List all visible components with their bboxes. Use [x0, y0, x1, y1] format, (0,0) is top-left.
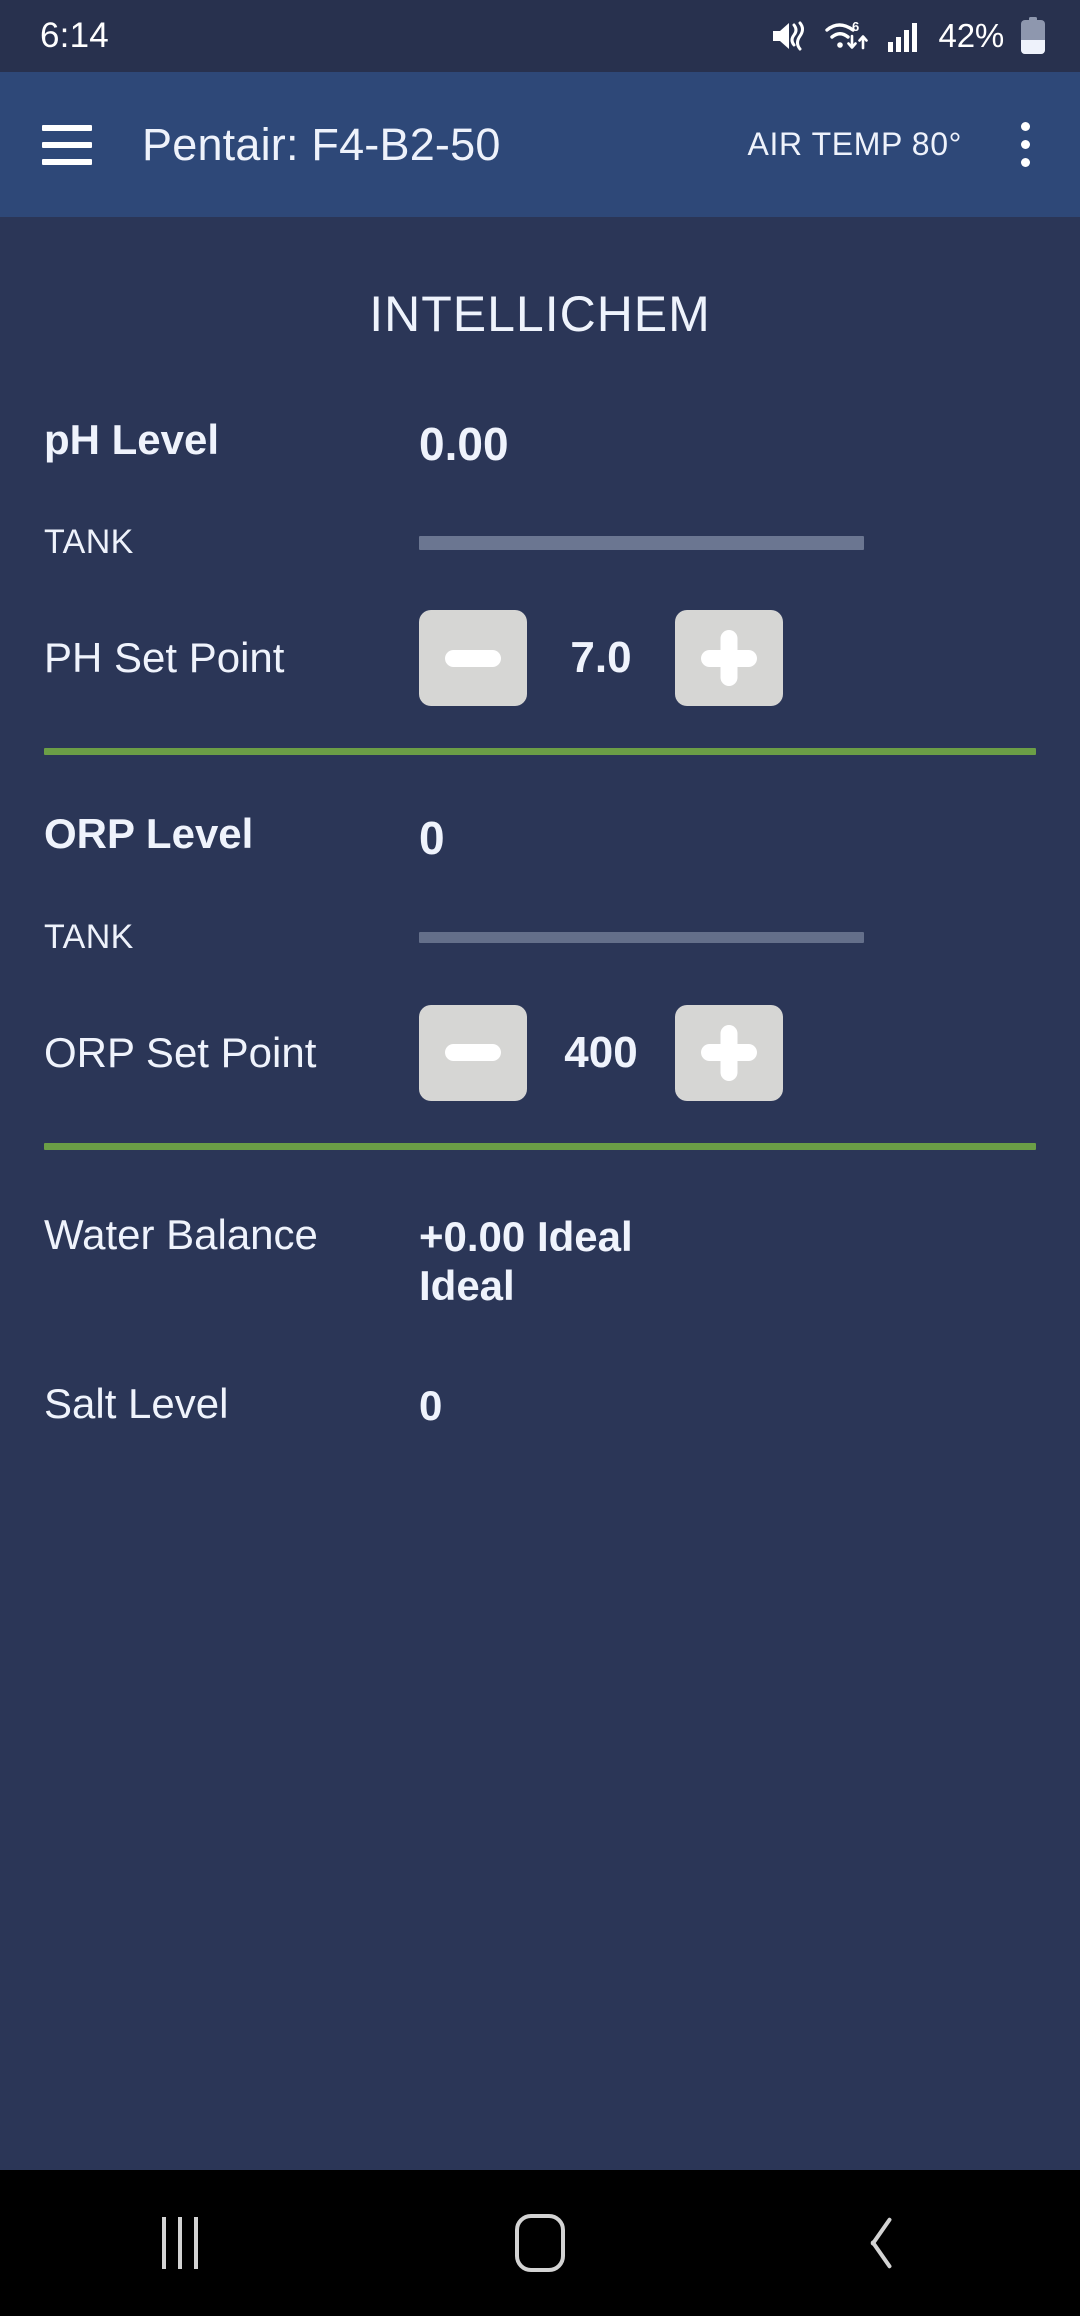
orp-section: ORP Level 0 TANK ORP Set Point 400: [44, 811, 1036, 1150]
ph-level-label: pH Level: [44, 416, 220, 463]
orp-setpoint-value: 400: [564, 1027, 638, 1077]
orp-level-value: 0: [419, 812, 445, 865]
orp-setpoint-row: ORP Set Point 400: [44, 1004, 1036, 1101]
orp-tank-level-bar: [419, 931, 864, 943]
cellular-signal-icon: [887, 19, 921, 53]
recents-icon: [162, 2217, 198, 2269]
android-nav-bar: [0, 2170, 1080, 2316]
orp-tank-row: TANK: [44, 918, 1036, 957]
battery-icon: [1020, 17, 1046, 55]
recents-bar: [194, 2217, 198, 2269]
home-icon: [515, 2214, 565, 2272]
recents-bar: [178, 2217, 182, 2269]
status-icons: 6 42%: [769, 17, 1046, 55]
svg-text:6: 6: [852, 19, 859, 34]
air-temp-readout[interactable]: AIR TEMP 80°: [748, 126, 962, 163]
status-clock: 6:14: [40, 16, 109, 55]
water-balance-label: Water Balance: [44, 1210, 318, 1258]
salt-level-value: 0: [419, 1381, 443, 1429]
back-icon: [883, 2218, 917, 2268]
ph-section: pH Level 0.00 TANK PH Set Point 7.0: [44, 416, 1036, 756]
ph-setpoint-decrease-button[interactable]: [419, 610, 527, 707]
water-balance-value: +0.00 Ideal Ideal: [419, 1212, 633, 1310]
battery-percentage: 42%: [938, 17, 1005, 54]
water-balance-row: Water Balance +0.00 Ideal Ideal: [44, 1210, 1036, 1311]
orp-setpoint-label: ORP Set Point: [44, 1028, 317, 1076]
wifi-6-icon: 6: [824, 18, 871, 54]
ph-setpoint-label: PH Set Point: [44, 634, 285, 682]
main-content: INTELLICHEM pH Level 0.00 TANK PH Set Po…: [0, 217, 1080, 2170]
orp-level-row: ORP Level 0: [44, 811, 1036, 865]
orp-setpoint-decrease-button[interactable]: [419, 1004, 527, 1101]
hamburger-menu-icon[interactable]: [36, 114, 98, 176]
hamburger-line: [42, 158, 92, 165]
ph-tank-label: TANK: [44, 523, 134, 562]
app-bar-title: Pentair: F4-B2-50: [142, 118, 501, 170]
plus-icon-vertical: [720, 630, 738, 687]
salt-level-row: Salt Level 0: [44, 1379, 1036, 1431]
ph-setpoint-value: 7.0: [570, 633, 632, 683]
overflow-dot: [1020, 140, 1030, 149]
ph-tank-level-bar: [419, 535, 864, 550]
hamburger-line: [42, 124, 92, 131]
nav-recents-button[interactable]: [90, 2170, 270, 2316]
status-bar: 6:14 6 42%: [0, 0, 1080, 72]
hamburger-line: [42, 141, 92, 148]
ph-tank-row: TANK: [44, 523, 1036, 562]
overflow-dot: [1020, 158, 1030, 167]
nav-home-button[interactable]: [450, 2170, 630, 2316]
orp-tank-label: TANK: [44, 917, 134, 956]
section-divider-orp: [44, 1142, 1036, 1150]
ph-level-value: 0.00: [419, 418, 509, 470]
orp-setpoint-stepper: 400: [419, 1004, 783, 1101]
mute-vibrate-icon: [769, 18, 809, 54]
nav-back-button[interactable]: [810, 2170, 990, 2316]
ph-setpoint-increase-button[interactable]: [675, 610, 783, 707]
minus-icon: [445, 1044, 501, 1062]
ph-level-row: pH Level 0.00: [44, 416, 1036, 471]
minus-icon: [445, 649, 501, 667]
recents-bar: [162, 2217, 166, 2269]
orp-level-label: ORP Level: [44, 810, 254, 858]
phone-screen: 6:14 6 42% Pentair: F4-B2-50 AIR TEMP 80…: [0, 0, 1080, 2316]
ph-setpoint-row: PH Set Point 7.0: [44, 610, 1036, 707]
page-title: INTELLICHEM: [369, 286, 711, 342]
section-divider-ph: [44, 748, 1036, 756]
app-bar: Pentair: F4-B2-50 AIR TEMP 80°: [0, 72, 1080, 217]
overflow-menu-icon[interactable]: [996, 110, 1054, 180]
salt-level-label: Salt Level: [44, 1379, 229, 1427]
overflow-dot: [1020, 122, 1030, 131]
orp-setpoint-increase-button[interactable]: [675, 1004, 783, 1101]
ph-setpoint-stepper: 7.0: [419, 610, 783, 707]
plus-icon-vertical: [720, 1024, 738, 1081]
